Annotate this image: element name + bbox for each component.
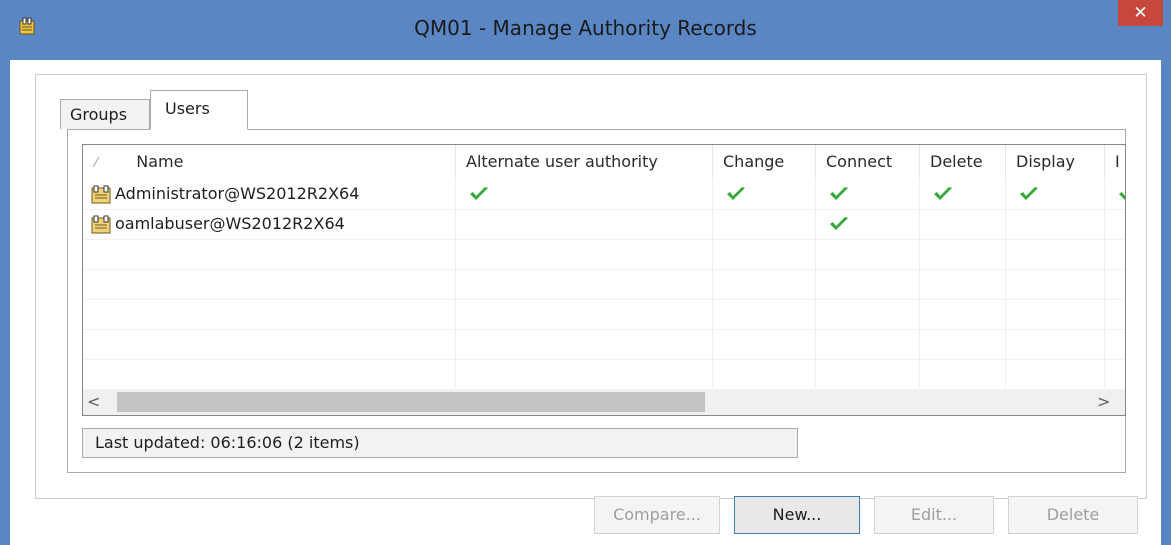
column-header-alternate-user-authority[interactable]: Alternate user authority <box>456 145 713 179</box>
user-icon <box>91 215 111 233</box>
horizontal-scrollbar[interactable]: < > <box>83 389 1125 415</box>
column-header-connect[interactable]: Connect <box>816 145 920 179</box>
row-divider <box>83 329 1125 330</box>
table-row[interactable]: oamlabuser@WS2012R2X64 <box>91 209 345 239</box>
user-icon <box>91 185 111 203</box>
column-divider <box>712 179 713 389</box>
column-header-partial[interactable]: I <box>1105 145 1125 179</box>
column-divider <box>919 179 920 389</box>
column-header-name[interactable]: ⁄ Name <box>83 145 456 179</box>
scroll-right-arrow[interactable]: > <box>1097 389 1117 415</box>
column-header-label: Name <box>136 152 184 171</box>
compare-button[interactable]: Compare... <box>594 496 720 534</box>
column-header-change[interactable]: Change <box>713 145 816 179</box>
row-divider <box>83 299 1125 300</box>
status-bar: Last updated: 06:16:06 (2 items) <box>82 428 798 458</box>
row-divider <box>83 239 1125 240</box>
dialog-window: QM01 - Manage Authority Records ✕ Groups… <box>0 0 1171 545</box>
check-icon <box>934 187 952 200</box>
edit-button[interactable]: Edit... <box>874 496 994 534</box>
column-header-display[interactable]: Display <box>1006 145 1105 179</box>
column-divider <box>1104 179 1105 389</box>
title-bar: QM01 - Manage Authority Records ✕ <box>0 0 1171 60</box>
check-icon <box>830 187 848 200</box>
tab-users[interactable]: Users <box>150 90 248 130</box>
dialog-client-area: Groups Users ⁄ Name Alternate user autho… <box>10 60 1161 545</box>
user-name: oamlabuser@WS2012R2X64 <box>115 214 345 233</box>
tab-groups[interactable]: Groups <box>60 99 150 129</box>
scroll-thumb[interactable] <box>117 392 705 412</box>
row-divider <box>83 359 1125 360</box>
column-header-delete[interactable]: Delete <box>920 145 1006 179</box>
new-button[interactable]: New... <box>734 496 860 534</box>
sort-indicator-icon: ⁄ <box>95 156 98 171</box>
delete-button[interactable]: Delete <box>1008 496 1138 534</box>
check-icon <box>1119 192 1125 200</box>
column-divider <box>1005 179 1006 389</box>
check-icon <box>1020 187 1038 200</box>
row-divider <box>83 269 1125 270</box>
scroll-left-arrow[interactable]: < <box>87 389 107 415</box>
check-icon <box>830 217 848 230</box>
users-list-view[interactable]: ⁄ Name Alternate user authority Change C… <box>82 144 1126 416</box>
table-row[interactable]: Administrator@WS2012R2X64 <box>91 179 359 209</box>
column-divider <box>815 179 816 389</box>
check-icon <box>727 187 745 200</box>
check-icon <box>470 187 488 200</box>
column-divider <box>455 179 456 389</box>
close-button[interactable]: ✕ <box>1118 0 1163 26</box>
users-grid: ⁄ Name Alternate user authority Change C… <box>83 145 1125 389</box>
window-title: QM01 - Manage Authority Records <box>414 16 757 40</box>
user-name: Administrator@WS2012R2X64 <box>115 184 360 203</box>
